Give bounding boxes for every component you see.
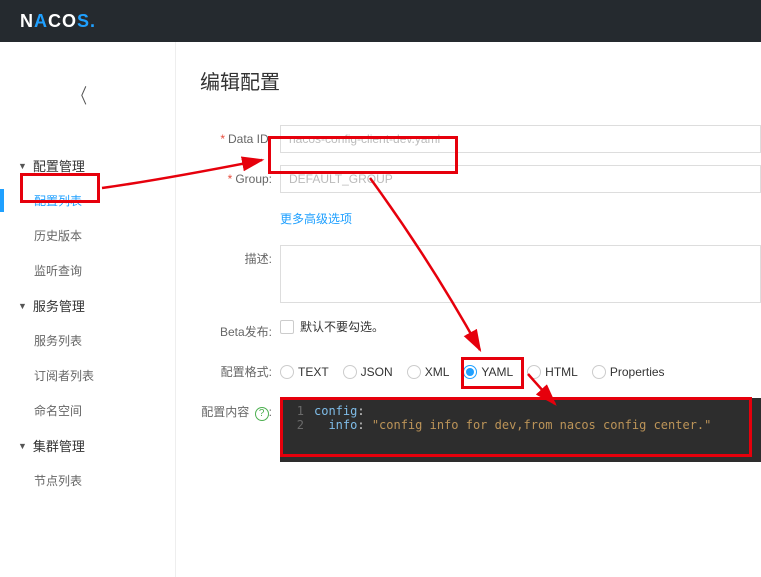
format-radio-json[interactable]: JSON: [343, 358, 393, 386]
desc-textarea[interactable]: [280, 245, 761, 303]
back-icon[interactable]: 〈: [73, 80, 87, 109]
main-content: 编辑配置 *Data ID: *Group: 更多高级选项 描述:: [176, 42, 761, 577]
format-radio-html[interactable]: HTML: [527, 358, 578, 386]
sidebar: 〈 ▼配置管理配置列表历史版本监听查询▼服务管理服务列表订阅者列表命名空间▼集群…: [0, 42, 176, 577]
radio-label: TEXT: [298, 358, 329, 386]
help-icon[interactable]: ?: [255, 407, 269, 421]
radio-label: Properties: [610, 358, 665, 386]
beta-checkbox[interactable]: [280, 320, 294, 334]
data-id-input[interactable]: [280, 125, 761, 153]
editor-line: 2 info: "config info for dev,from nacos …: [280, 418, 761, 432]
config-content-editor[interactable]: 1config:2 info: "config info for dev,fro…: [280, 398, 761, 462]
format-radio-text[interactable]: TEXT: [280, 358, 329, 386]
data-id-label: *Data ID:: [200, 125, 280, 153]
sidebar-group[interactable]: ▼配置管理: [0, 148, 175, 183]
radio-icon: [343, 365, 357, 379]
sidebar-group[interactable]: ▼集群管理: [0, 428, 175, 463]
sidebar-item[interactable]: 服务列表: [0, 323, 175, 358]
radio-label: HTML: [545, 358, 578, 386]
radio-label: YAML: [481, 358, 513, 386]
group-input[interactable]: [280, 165, 761, 193]
topbar: NACOS.: [0, 0, 761, 42]
caret-down-icon: ▼: [18, 301, 27, 311]
radio-label: XML: [425, 358, 450, 386]
format-radio-xml[interactable]: XML: [407, 358, 450, 386]
more-options-link[interactable]: 更多高级选项: [280, 212, 352, 226]
format-radio-yaml[interactable]: YAML: [463, 358, 513, 386]
sidebar-item[interactable]: 监听查询: [0, 253, 175, 288]
format-label: 配置格式:: [200, 358, 280, 386]
sidebar-item[interactable]: 命名空间: [0, 393, 175, 428]
group-label: *Group:: [200, 165, 280, 193]
editor-line: 1config:: [280, 404, 761, 418]
radio-label: JSON: [361, 358, 393, 386]
sidebar-item[interactable]: 配置列表: [0, 183, 175, 218]
sidebar-item[interactable]: 订阅者列表: [0, 358, 175, 393]
beta-label: Beta发布:: [200, 318, 280, 346]
format-radio-properties[interactable]: Properties: [592, 358, 665, 386]
caret-down-icon: ▼: [18, 441, 27, 451]
radio-icon: [280, 365, 294, 379]
radio-icon: [463, 365, 477, 379]
radio-icon: [407, 365, 421, 379]
caret-down-icon: ▼: [18, 161, 27, 171]
desc-label: 描述:: [200, 245, 280, 273]
radio-icon: [592, 365, 606, 379]
sidebar-item[interactable]: 历史版本: [0, 218, 175, 253]
page-title: 编辑配置: [200, 66, 761, 95]
logo: NACOS.: [20, 11, 96, 32]
content-label: 配置内容 ?:: [200, 398, 280, 426]
radio-icon: [527, 365, 541, 379]
beta-checkbox-label: 默认不要勾选。: [300, 318, 384, 335]
sidebar-item[interactable]: 节点列表: [0, 463, 175, 498]
sidebar-group[interactable]: ▼服务管理: [0, 288, 175, 323]
